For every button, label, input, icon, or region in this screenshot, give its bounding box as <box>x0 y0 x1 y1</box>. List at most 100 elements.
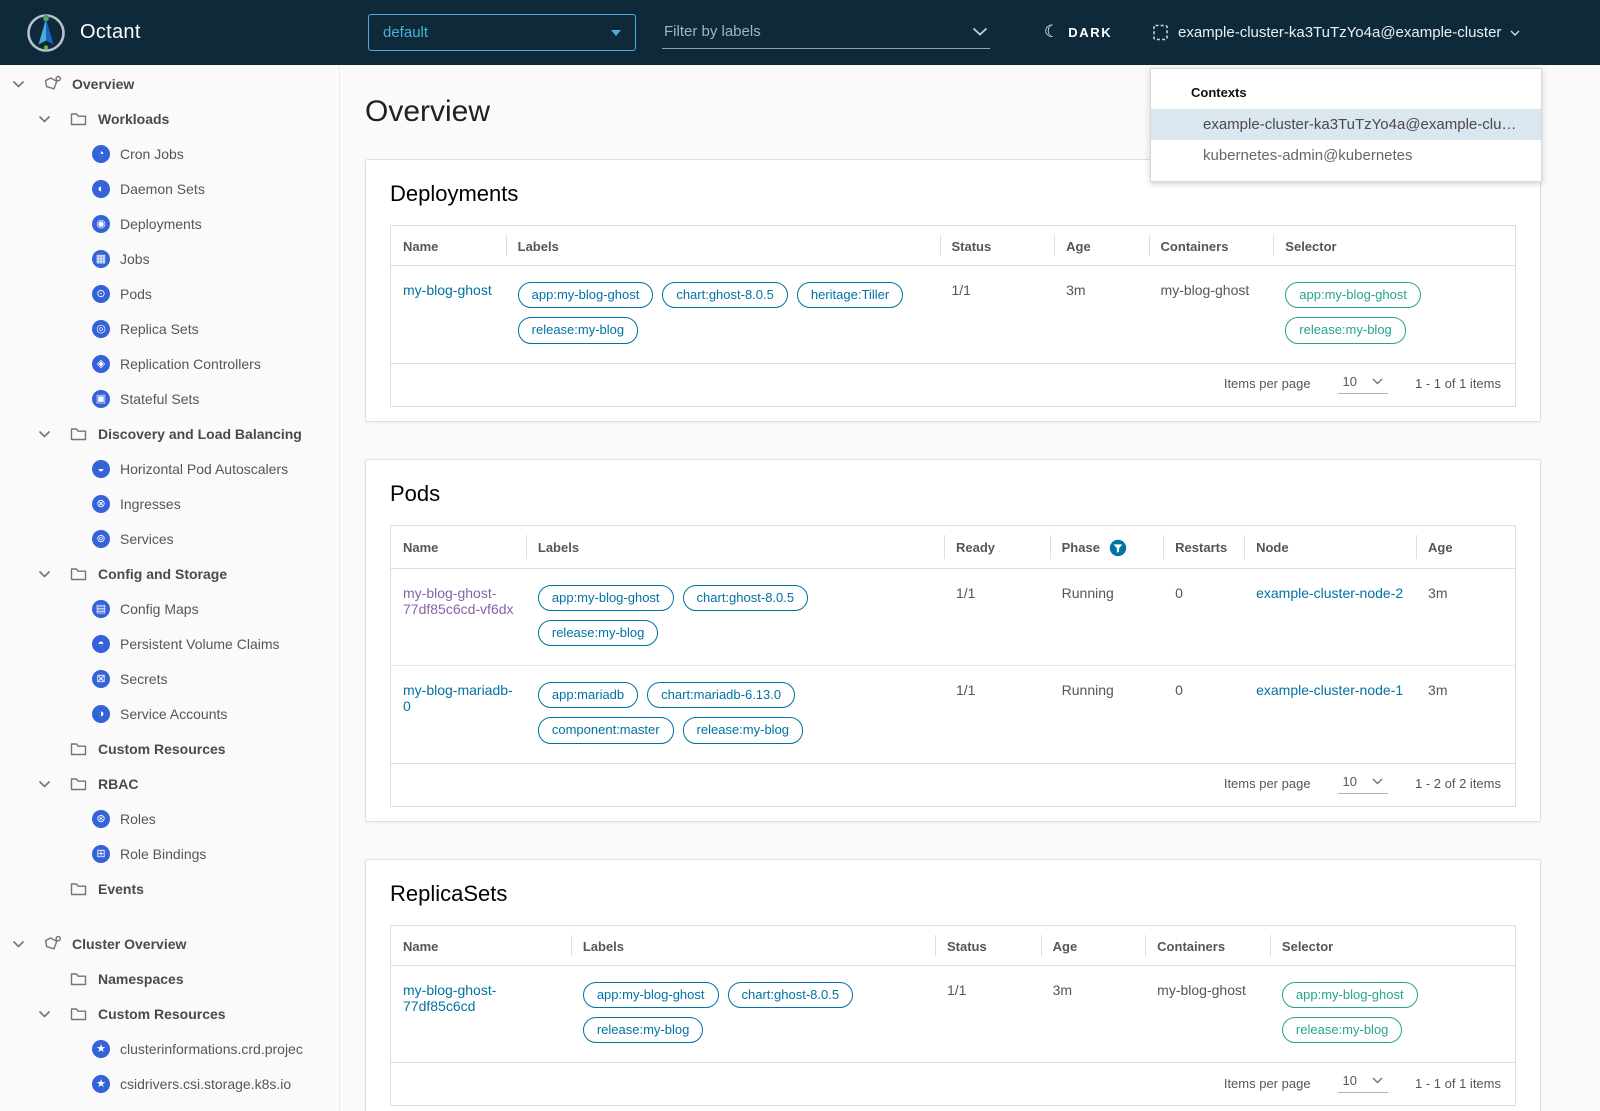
column-header-inner: Status <box>947 939 987 954</box>
sidebar-item-custom-resources[interactable]: Custom Resources <box>0 731 339 766</box>
sidebar-item-roles[interactable]: ⊛ Roles <box>0 801 339 836</box>
secrets-icon: ⊠ <box>92 669 110 688</box>
daemon-sets-icon: ◐ <box>92 179 110 198</box>
sidebar-item-cluster-overview[interactable]: Cluster Overview <box>0 926 339 961</box>
context-menu-item-example-cluster-ka3tutzyo4a-example-clu[interactable]: example-cluster-ka3TuTzYo4a@example-clu… <box>1151 109 1541 140</box>
sidebar-item-replica-sets[interactable]: ◎ Replica Sets <box>0 311 339 346</box>
column-header-label: Phase <box>1061 540 1100 555</box>
cell-selector: app:my-blog-ghost release:my-blog <box>1273 266 1515 363</box>
column-header-inner: Name <box>403 939 438 954</box>
table-header-row: Name Labels Status Age Containers Selector <box>391 226 1515 266</box>
cell-text: 1/1 <box>947 981 967 998</box>
resource-link[interactable]: my-blog-ghost-77df85c6cd <box>403 982 496 1014</box>
chevron-down-icon[interactable] <box>12 940 26 948</box>
resource-link[interactable]: my-blog-ghost <box>403 282 492 298</box>
cell-age: 3m <box>1054 266 1148 363</box>
sidebar-item-label: Secrets <box>120 670 168 687</box>
filter-funnel-icon[interactable] <box>1109 539 1127 557</box>
sidebar-item-label: clusterinformations.crd.projec <box>120 1040 303 1057</box>
octant-logo-icon <box>26 13 66 53</box>
column-header-name: Name <box>391 525 526 569</box>
page-size-select[interactable]: 10 <box>1337 774 1389 794</box>
cell-node: example-cluster-node-1 <box>1244 665 1417 763</box>
sidebar-item-rbac[interactable]: RBAC <box>0 766 339 801</box>
sidebar-item-replication-controllers[interactable]: ◈ Replication Controllers <box>0 346 339 381</box>
sidebar-item-services[interactable]: ⊚ Services <box>0 521 339 556</box>
sidebar-item-config-and-storage[interactable]: Config and Storage <box>0 556 339 591</box>
sidebar-item-crd-csidrivers[interactable]: ★ csidrivers.csi.storage.k8s.io <box>0 1066 339 1101</box>
section-title: ReplicaSets <box>390 880 508 906</box>
selector-tag: release:my-blog <box>1281 1016 1403 1043</box>
sidebar-item-custom-resources[interactable]: Custom Resources <box>0 996 339 1031</box>
column-header-name: Name <box>391 226 506 266</box>
resource-link[interactable]: example-cluster-node-2 <box>1256 585 1403 601</box>
column-header-label: Restarts <box>1175 540 1228 555</box>
column-header-label: Age <box>1052 938 1078 954</box>
sidebar-item-workloads[interactable]: Workloads <box>0 101 339 136</box>
column-header-label: Name <box>403 938 439 954</box>
label-tag: release:my-blog <box>682 717 804 744</box>
sidebar-item-ingresses[interactable]: ⊗ Ingresses <box>0 486 339 521</box>
cell-name: my-blog-ghost-77df85c6cd-vf6dx <box>391 568 526 666</box>
sidebar-item-discovery-and-load-balancing[interactable]: Discovery and Load Balancing <box>0 416 339 451</box>
chevron-down-icon[interactable] <box>38 1010 52 1018</box>
sidebar-item-crd-clusterinformations[interactable]: ★ clusterinformations.crd.projec <box>0 1031 339 1066</box>
cell-name: my-blog-ghost <box>391 266 506 363</box>
sidebar-item-label: Replica Sets <box>120 320 199 337</box>
label-tag: heritage:Tiller <box>796 282 904 309</box>
chevron-down-icon[interactable] <box>12 80 26 88</box>
label-tag: app:my-blog-ghost <box>517 282 654 309</box>
cell-containers: my-blog-ghost <box>1149 266 1274 363</box>
persistent-volume-claims-icon: ◓ <box>92 634 110 653</box>
sidebar-item-service-accounts[interactable]: ◑ Service Accounts <box>0 696 339 731</box>
sidebar-item-secrets[interactable]: ⊠ Secrets <box>0 661 339 696</box>
cell-phase: Running <box>1050 568 1164 666</box>
sidebar-item-config-maps[interactable]: ▤ Config Maps <box>0 591 339 626</box>
resource-link[interactable]: my-blog-mariadb-0 <box>403 682 513 714</box>
sidebar-item-stateful-sets[interactable]: ▣ Stateful Sets <box>0 381 339 416</box>
sidebar-item-overview[interactable]: Overview <box>0 66 339 101</box>
sidebar-item-cron-jobs[interactable]: ◔ Cron Jobs <box>0 136 339 171</box>
datagrid-footer: Items per page 10 1 - 2 of 2 items <box>391 762 1515 806</box>
sidebar-item-label: Pods <box>120 285 152 302</box>
sidebar-item-label: Services <box>120 530 174 547</box>
label-filter-input[interactable] <box>662 22 942 41</box>
sidebar-item-pods[interactable]: ⊙ Pods <box>0 276 339 311</box>
chevron-down-icon[interactable] <box>38 115 52 123</box>
sidebar-item-daemon-sets[interactable]: ◐ Daemon Sets <box>0 171 339 206</box>
label-tag: release:my-blog <box>537 619 659 646</box>
cluster-context-icon <box>1152 23 1169 42</box>
page-size-select[interactable]: 10 <box>1337 374 1389 394</box>
sidebar-item-label: Overview <box>72 75 135 92</box>
context-switcher[interactable]: example-cluster-ka3TuTzYo4a@example-clus… <box>1152 0 1520 65</box>
resource-link[interactable]: my-blog-ghost-77df85c6cd-vf6dx <box>403 585 514 617</box>
chevron-down-icon[interactable] <box>38 570 52 578</box>
theme-toggle[interactable]: ☾ DARK <box>1044 0 1112 65</box>
role-bindings-icon: ⊞ <box>92 844 110 863</box>
sidebar-item-jobs[interactable]: ▦ Jobs <box>0 241 339 276</box>
sidebar-item-label: Discovery and Load Balancing <box>98 425 302 442</box>
chevron-down-icon[interactable] <box>38 430 52 438</box>
selector-tag: release:my-blog <box>1285 317 1406 344</box>
label-tag: chart:ghost-8.0.5 <box>682 584 809 611</box>
context-menu-item-kubernetes-admin-kubernetes[interactable]: kubernetes-admin@kubernetes <box>1151 140 1541 171</box>
chevron-down-icon[interactable] <box>972 27 988 36</box>
sidebar-item-deployments[interactable]: ◉ Deployments <box>0 206 339 241</box>
cell-text: 3m <box>1052 981 1073 998</box>
sidebar-item-horizontal-pod-autoscalers[interactable]: ◒ Horizontal Pod Autoscalers <box>0 451 339 486</box>
sidebar-item-persistent-volume-claims[interactable]: ◓ Persistent Volume Claims <box>0 626 339 661</box>
label-tag: app:my-blog-ghost <box>537 584 674 611</box>
sidebar-item-role-bindings[interactable]: ⊞ Role Bindings <box>0 836 339 871</box>
pods-datagrid: Name Labels Ready Phase Restarts Node Age my-bl… <box>390 524 1516 807</box>
selector-tag: app:my-blog-ghost <box>1281 981 1418 1008</box>
resource-link[interactable]: example-cluster-node-1 <box>1256 682 1403 698</box>
cell-ready: 1/1 <box>944 665 1050 763</box>
namespace-select[interactable]: default <box>368 14 636 51</box>
table-header-row: Name Labels Ready Phase Restarts Node Age <box>391 525 1515 569</box>
sidebar-item-events[interactable]: Events <box>0 871 339 906</box>
sidebar-item-namespaces[interactable]: Namespaces <box>0 961 339 996</box>
chevron-down-icon[interactable] <box>38 780 52 788</box>
folder-icon <box>69 1007 88 1021</box>
page-size-value: 10 <box>1342 1073 1358 1088</box>
page-size-select[interactable]: 10 <box>1337 1073 1389 1093</box>
